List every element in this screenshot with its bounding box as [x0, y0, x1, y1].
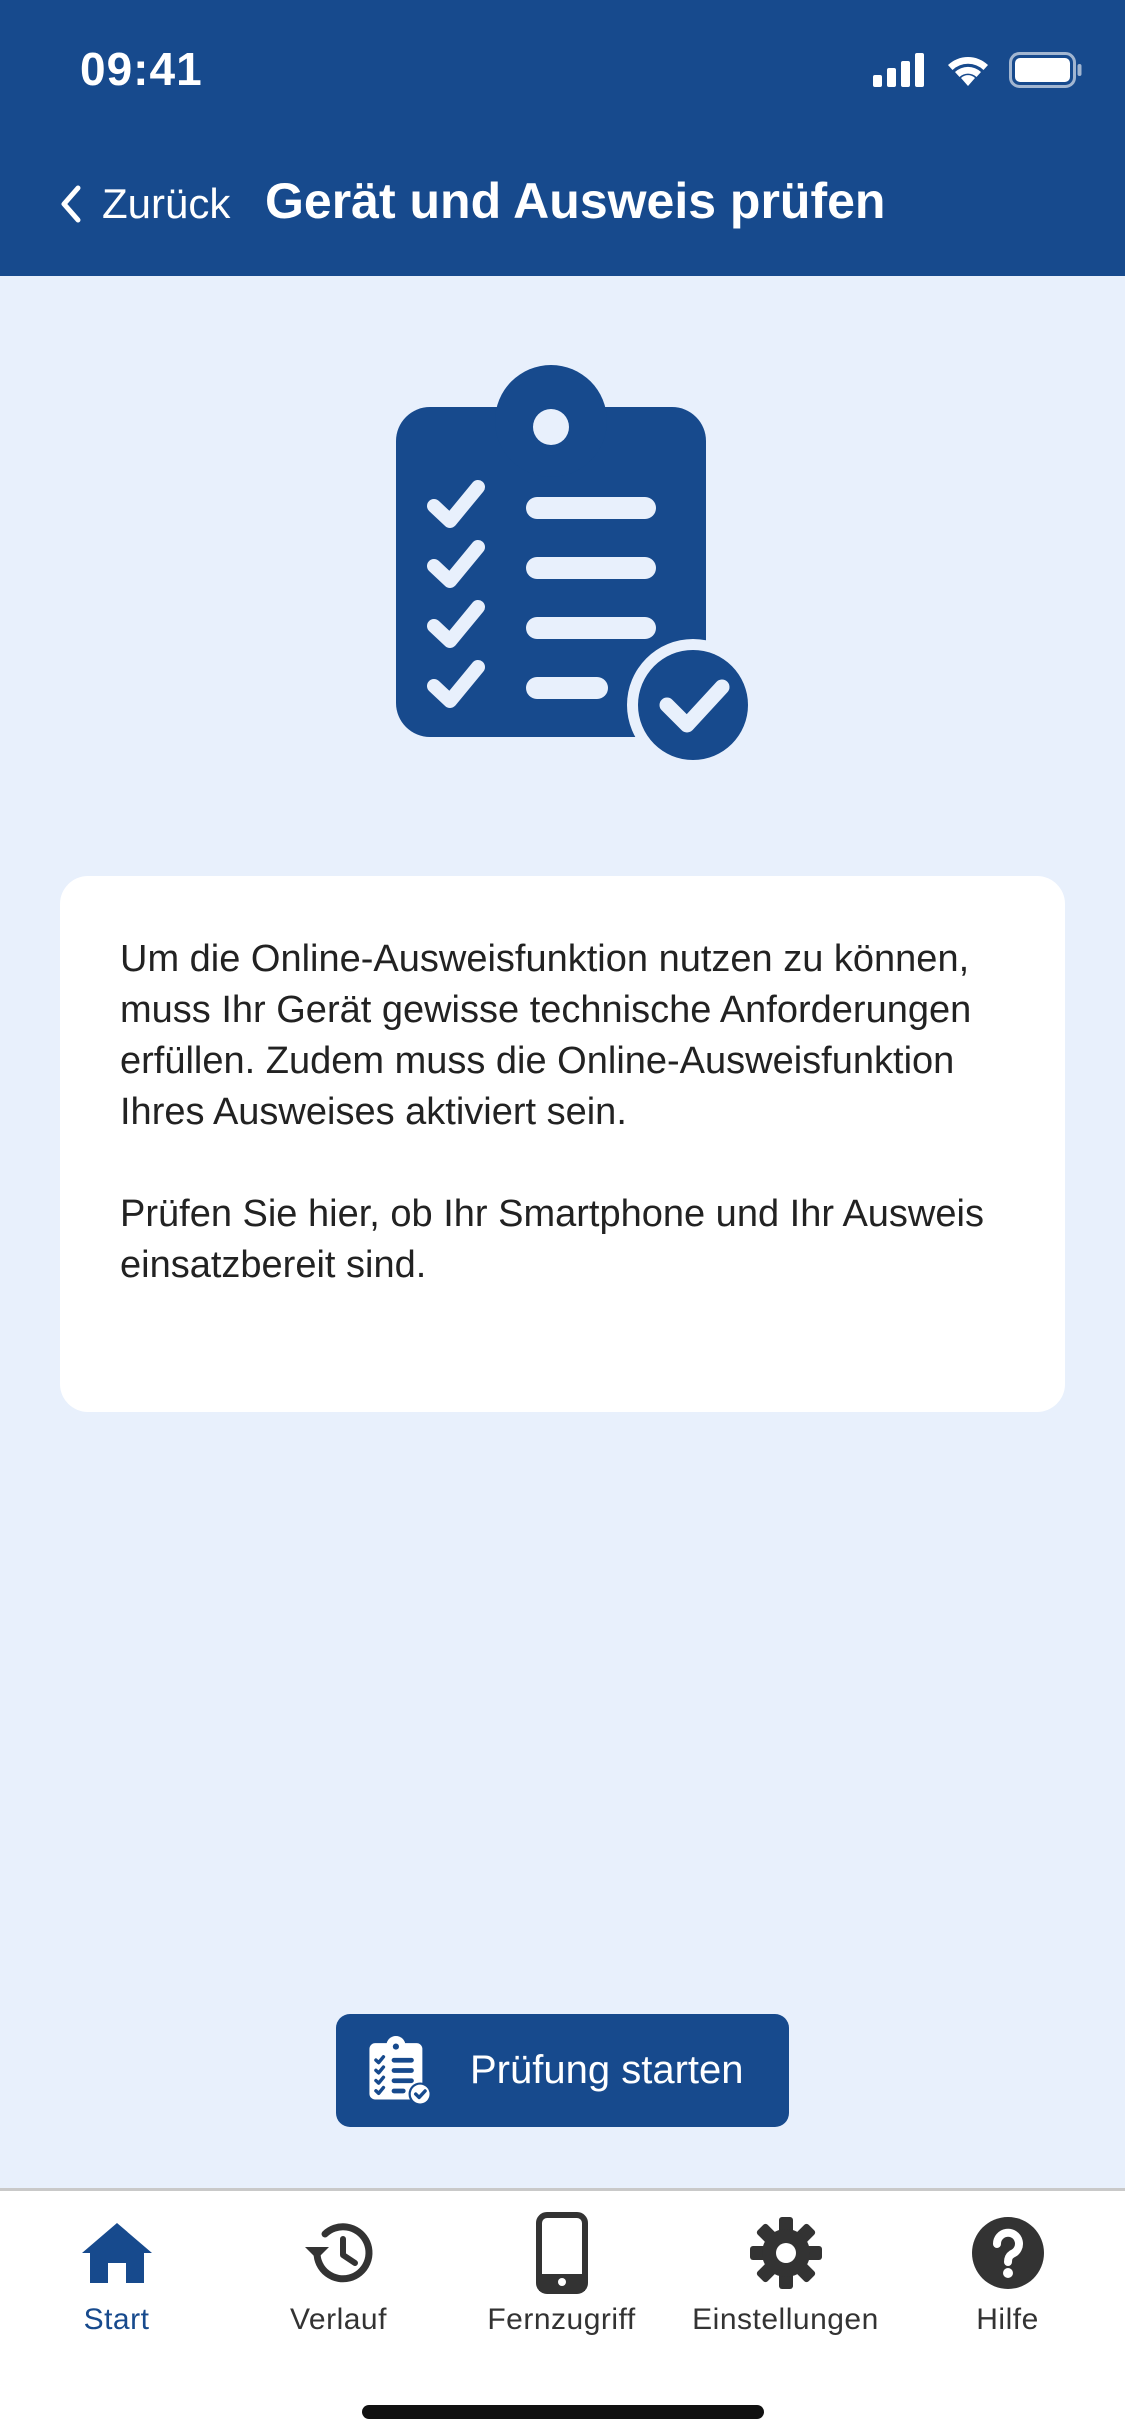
page-title: Gerät und Ausweis prüfen: [265, 173, 886, 229]
clipboard-check-icon: [396, 365, 759, 771]
navigation-header: 09:41 Zurück Gerät und Ausweis prüfen: [0, 0, 1125, 276]
tab-bar: Start Verlauf Fernzugriff Einstellungen …: [0, 2188, 1125, 2436]
smartphone-icon: [535, 2212, 588, 2294]
tab-hilfe[interactable]: Hilfe: [895, 2213, 1120, 2363]
battery-icon: [1009, 52, 1082, 88]
info-card: Um die Online-Ausweisfunktion nutzen zu …: [60, 876, 1065, 1412]
help-icon: [971, 2217, 1044, 2289]
status-icons: [873, 48, 1083, 92]
home-indicator: [362, 2405, 764, 2419]
tab-label-verlauf: Verlauf: [290, 2303, 387, 2336]
gear-icon: [749, 2217, 822, 2289]
app-screen: 09:41 Zurück Gerät und Ausweis prüfen Um…: [0, 0, 1125, 2436]
tab-label-start: Start: [83, 2303, 150, 2336]
tab-start[interactable]: Start: [4, 2213, 229, 2363]
clipboard-check-icon: [369, 2035, 432, 2106]
info-paragraph-requirements: Um die Online-Ausweisfunktion nutzen zu …: [120, 938, 972, 1133]
chevron-left-icon: [61, 185, 81, 223]
wifi-icon: [948, 57, 988, 86]
back-button[interactable]: Zurück: [58, 168, 230, 240]
tab-label-einstellungen: Einstellungen: [692, 2303, 879, 2336]
history-icon: [304, 2223, 372, 2283]
tab-einstellungen[interactable]: Einstellungen: [673, 2213, 898, 2363]
back-label: Zurück: [102, 180, 231, 227]
home-icon: [81, 2223, 152, 2283]
start-check-button[interactable]: Prüfung starten: [336, 2014, 789, 2127]
start-check-label: Prüfung starten: [470, 2048, 744, 2092]
tab-fernzugriff[interactable]: Fernzugriff: [449, 2212, 674, 2363]
info-paragraph-check: Prüfen Sie hier, ob Ihr Smartphone und I…: [120, 1193, 984, 1286]
tab-label-hilfe: Hilfe: [976, 2303, 1039, 2336]
tab-label-fernzugriff: Fernzugriff: [487, 2303, 636, 2336]
status-time: 09:41: [80, 43, 203, 95]
signal-icon: [873, 53, 924, 87]
tab-verlauf[interactable]: Verlauf: [226, 2213, 451, 2363]
